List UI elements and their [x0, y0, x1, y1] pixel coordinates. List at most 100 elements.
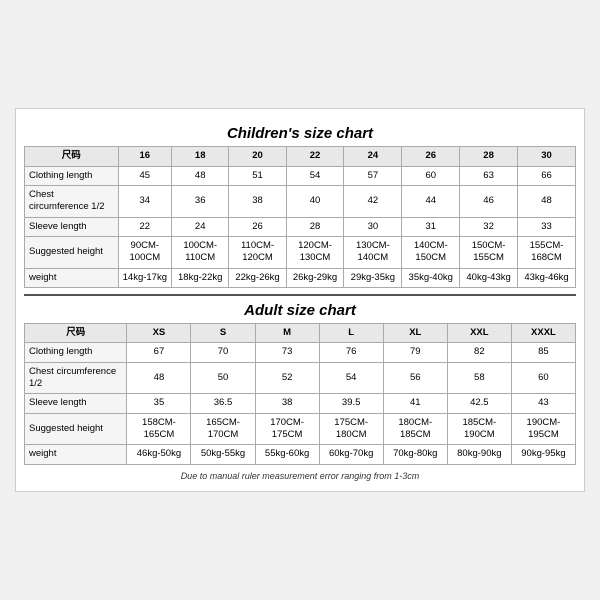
cell-value: 41: [383, 394, 447, 413]
cell-value: 39.5: [319, 394, 383, 413]
table-row: Sleeve length2224262830313233: [25, 217, 576, 236]
column-header: 30: [518, 147, 576, 166]
cell-value: 30: [344, 217, 402, 236]
row-label: Suggested height: [25, 413, 127, 445]
cell-value: 85: [511, 343, 575, 362]
table-row: Chest circumference 1/23436384042444648: [25, 185, 576, 217]
cell-value: 170CM-175CM: [255, 413, 319, 445]
cell-value: 22kg-26kg: [229, 268, 286, 287]
table-row: weight46kg-50kg50kg-55kg55kg-60kg60kg-70…: [25, 445, 576, 464]
cell-value: 57: [344, 166, 402, 185]
column-header: M: [255, 324, 319, 343]
cell-value: 24: [172, 217, 229, 236]
cell-value: 35kg-40kg: [402, 268, 460, 287]
cell-value: 54: [286, 166, 344, 185]
cell-value: 36: [172, 185, 229, 217]
row-label: Clothing length: [25, 166, 119, 185]
cell-value: 150CM-155CM: [460, 236, 518, 268]
cell-value: 82: [447, 343, 511, 362]
column-header: 24: [344, 147, 402, 166]
table-row: Suggested height90CM-100CM100CM-110CM110…: [25, 236, 576, 268]
children-size-table: 尺码1618202224262830 Clothing length454851…: [24, 146, 576, 288]
cell-value: 31: [402, 217, 460, 236]
column-header: 22: [286, 147, 344, 166]
cell-value: 54: [319, 362, 383, 394]
cell-value: 70: [191, 343, 255, 362]
cell-value: 80kg-90kg: [447, 445, 511, 464]
cell-value: 48: [172, 166, 229, 185]
cell-value: 45: [118, 166, 171, 185]
cell-value: 14kg-17kg: [118, 268, 171, 287]
cell-value: 34: [118, 185, 171, 217]
cell-value: 26: [229, 217, 286, 236]
cell-value: 190CM-195CM: [511, 413, 575, 445]
size-chart-card: Children's size chart 尺码1618202224262830…: [15, 108, 585, 492]
cell-value: 79: [383, 343, 447, 362]
row-label: Sleeve length: [25, 217, 119, 236]
table-row: Suggested height158CM-165CM165CM-170CM17…: [25, 413, 576, 445]
cell-value: 175CM-180CM: [319, 413, 383, 445]
cell-value: 38: [255, 394, 319, 413]
cell-value: 158CM-165CM: [127, 413, 191, 445]
row-label: Chest circumference 1/2: [25, 185, 119, 217]
section-divider: [24, 294, 576, 296]
cell-value: 42: [344, 185, 402, 217]
table-row: Clothing length67707376798285: [25, 343, 576, 362]
cell-value: 18kg-22kg: [172, 268, 229, 287]
cell-value: 43: [511, 394, 575, 413]
cell-value: 66: [518, 166, 576, 185]
children-chart-title: Children's size chart: [24, 125, 576, 142]
cell-value: 185CM-190CM: [447, 413, 511, 445]
column-header: 尺码: [25, 324, 127, 343]
cell-value: 35: [127, 394, 191, 413]
cell-value: 67: [127, 343, 191, 362]
footnote-text: Due to manual ruler measurement error ra…: [24, 471, 576, 481]
cell-value: 120CM-130CM: [286, 236, 344, 268]
cell-value: 165CM-170CM: [191, 413, 255, 445]
cell-value: 46: [460, 185, 518, 217]
cell-value: 51: [229, 166, 286, 185]
cell-value: 90CM-100CM: [118, 236, 171, 268]
cell-value: 55kg-60kg: [255, 445, 319, 464]
table-row: Sleeve length3536.53839.54142.543: [25, 394, 576, 413]
cell-value: 48: [518, 185, 576, 217]
cell-value: 76: [319, 343, 383, 362]
row-label: Suggested height: [25, 236, 119, 268]
cell-value: 50kg-55kg: [191, 445, 255, 464]
column-header: 尺码: [25, 147, 119, 166]
cell-value: 33: [518, 217, 576, 236]
column-header: 28: [460, 147, 518, 166]
cell-value: 140CM-150CM: [402, 236, 460, 268]
row-label: weight: [25, 268, 119, 287]
cell-value: 130CM-140CM: [344, 236, 402, 268]
cell-value: 60: [511, 362, 575, 394]
cell-value: 40: [286, 185, 344, 217]
column-header: 26: [402, 147, 460, 166]
cell-value: 28: [286, 217, 344, 236]
cell-value: 155CM-168CM: [518, 236, 576, 268]
cell-value: 60: [402, 166, 460, 185]
cell-value: 40kg-43kg: [460, 268, 518, 287]
column-header: XXL: [447, 324, 511, 343]
cell-value: 58: [447, 362, 511, 394]
cell-value: 56: [383, 362, 447, 394]
cell-value: 110CM-120CM: [229, 236, 286, 268]
cell-value: 42.5: [447, 394, 511, 413]
column-header: 20: [229, 147, 286, 166]
cell-value: 48: [127, 362, 191, 394]
cell-value: 22: [118, 217, 171, 236]
cell-value: 26kg-29kg: [286, 268, 344, 287]
table-row: Chest circumference 1/248505254565860: [25, 362, 576, 394]
column-header: XS: [127, 324, 191, 343]
row-label: Sleeve length: [25, 394, 127, 413]
cell-value: 43kg-46kg: [518, 268, 576, 287]
row-label: Chest circumference 1/2: [25, 362, 127, 394]
cell-value: 60kg-70kg: [319, 445, 383, 464]
column-header: XXXL: [511, 324, 575, 343]
cell-value: 44: [402, 185, 460, 217]
cell-value: 63: [460, 166, 518, 185]
cell-value: 70kg-80kg: [383, 445, 447, 464]
adult-size-table: 尺码XSSMLXLXXLXXXL Clothing length67707376…: [24, 323, 576, 465]
row-label: Clothing length: [25, 343, 127, 362]
row-label: weight: [25, 445, 127, 464]
